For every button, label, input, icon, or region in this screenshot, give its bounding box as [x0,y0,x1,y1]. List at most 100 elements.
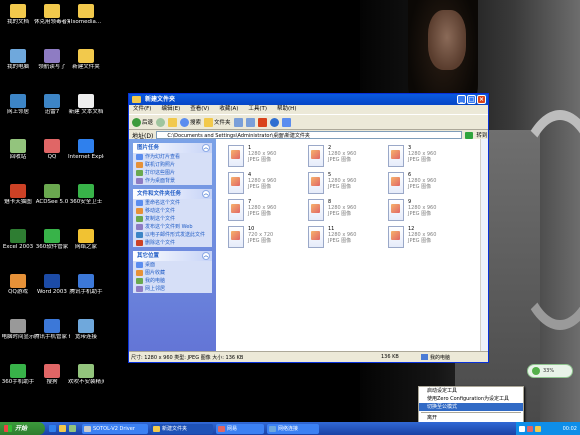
up-button[interactable] [168,117,178,127]
desktop-icon[interactable]: 电脑时间显示 [0,319,36,340]
file-item[interactable]: 8 1280 x 960 JPEG 图像 [308,199,388,223]
desktop-icon[interactable]: 我的电脑 [0,49,36,70]
context-menu-item[interactable]: 切换至公模式 [419,403,523,411]
delete-button[interactable] [257,117,267,127]
file-item[interactable]: 9 1280 x 960 JPEG 图像 [388,199,468,223]
task-pane-header[interactable]: 图片任务 ︿ [133,143,212,153]
desktop-icon[interactable]: 休克用领毒者集 [34,4,70,25]
desktop-icon[interactable]: 搜狗 [34,364,70,385]
menu-item[interactable]: 查看(V) [190,105,209,114]
maximize-button[interactable]: □ [467,95,476,104]
file-item[interactable]: 1 1280 x 960 JPEG 图像 [228,145,308,169]
task-link[interactable]: 打印这些图片 [133,169,212,177]
context-menu-item[interactable]: 启动设定工具 [419,387,523,395]
task-pane-header[interactable]: 文件和文件夹任务 ︿ [133,189,212,199]
task-link[interactable]: 网上邻居 [133,285,212,293]
explorer-icon[interactable] [59,425,66,432]
chevron-up-icon[interactable]: ︿ [202,252,210,260]
task-link[interactable]: 作为幻灯片查看 [133,153,212,161]
move-to-button[interactable] [233,117,243,127]
back-button[interactable]: 后退 [132,117,153,127]
desktop-icon[interactable]: ACDSee 5.0 [34,184,70,205]
file-item[interactable]: 6 1280 x 960 JPEG 图像 [388,172,468,196]
desktop-icon[interactable]: 迅雷7 [34,94,70,115]
task-link[interactable]: 我的电脑 [133,277,212,285]
show-desktop-icon[interactable] [69,425,76,432]
task-link[interactable]: 移动这个文件 [133,207,212,215]
task-link[interactable]: 作为桌面背景 [133,177,212,185]
task-link[interactable]: 桌面 [133,261,212,269]
desktop-icon[interactable]: 宽带连接 [68,319,104,340]
task-link[interactable]: 删除这个文件 [133,239,212,247]
window-titlebar[interactable]: 新建文件夹 _ □ × [129,94,488,105]
close-button[interactable]: × [477,95,486,104]
undo-button[interactable] [269,117,279,127]
desktop-icon[interactable]: 我的文档 [0,4,36,25]
task-pane-header[interactable]: 其它位置 ︿ [133,251,212,261]
taskbar-button[interactable]: 网络连接 [267,423,319,434]
start-button[interactable]: 开始 [0,422,45,435]
desktop-icon[interactable]: 魅卡天猫图 [0,184,36,205]
file-item[interactable]: 3 1280 x 960 JPEG 图像 [388,145,468,169]
desktop-icon[interactable]: 腾讯手机管家 for [34,319,70,340]
desktop-icon[interactable]: QQ游戏 [0,274,36,295]
menu-item[interactable]: 帮助(H) [277,105,296,114]
tray-gadget[interactable]: 33% [527,364,573,378]
file-item[interactable]: 11 1280 x 960 JPEG 图像 [308,226,388,250]
desktop-icon[interactable]: 360安全卫士 [68,184,104,205]
desktop-icon[interactable]: 新建文件夹 [68,49,104,70]
volume-icon[interactable] [535,425,541,432]
desktop-icon[interactable]: Isomedia... [68,4,104,25]
security-icon[interactable] [527,425,533,432]
forward-button[interactable] [156,117,166,127]
menu-item[interactable]: 收藏(A) [219,105,238,114]
file-item[interactable]: 5 1280 x 960 JPEG 图像 [308,172,388,196]
desktop-icon[interactable]: 腾讯手机助手 [68,274,104,295]
desktop-icon[interactable]: Internet Explorer [68,139,104,160]
task-link[interactable]: 图片收藏 [133,269,212,277]
desktop-icon[interactable]: QQ [34,139,70,160]
taskbar-button[interactable]: 新建文件夹 [151,423,213,434]
file-item[interactable]: 7 1280 x 960 JPEG 图像 [228,199,308,223]
address-input[interactable]: C:\Documents and Settings\Administrator\… [156,131,463,139]
file-item[interactable]: 4 1280 x 960 JPEG 图像 [228,172,308,196]
minimize-button[interactable]: _ [457,95,466,104]
task-link[interactable]: 复制这个文件 [133,215,212,223]
search-button[interactable]: 搜索 [180,117,201,127]
views-button[interactable] [281,117,291,127]
menu-item[interactable]: 工具(T) [248,105,267,114]
file-item[interactable]: 10 720 x 720 JPEG 图像 [228,226,308,250]
context-menu-item[interactable]: 使用Zero Configuration为设定工具 [419,395,523,403]
context-menu-item[interactable]: 离开 [419,414,523,422]
network-icon[interactable] [519,425,525,432]
desktop-icon[interactable]: 网上邻居 [0,94,36,115]
task-link[interactable]: 发布这个文件到 Web [133,223,212,231]
go-button[interactable]: 转到 [476,131,487,139]
desktop-icon[interactable]: 360手机助手 [0,364,36,385]
taskbar-button[interactable]: SOTOL-V2 Driver [82,423,148,434]
ie-icon[interactable] [49,425,56,432]
taskbar-button[interactable]: 网易 [216,423,264,434]
desktop: 我的文档 休克用领毒者集 Isomedia... 我的电脑 领航读写了 新建文件夹 网上邻居… [0,0,580,422]
desktop-icon[interactable]: 360软件管家 [34,229,70,250]
task-link[interactable]: 重命名这个文件 [133,199,212,207]
vertical-scrollbar[interactable] [480,139,488,352]
file-item[interactable]: 2 1280 x 960 JPEG 图像 [308,145,388,169]
chevron-up-icon[interactable]: ︿ [202,144,210,152]
menu-item[interactable]: 编辑(E) [161,105,180,114]
go-arrow-icon[interactable] [465,131,474,139]
desktop-icon[interactable]: 领航读写了 [34,49,70,70]
file-item[interactable]: 12 1280 x 960 JPEG 图像 [388,226,468,250]
copy-to-button[interactable] [245,117,255,127]
chevron-up-icon[interactable]: ︿ [202,190,210,198]
desktop-icon[interactable]: Excel 2003 [0,229,36,250]
desktop-icon[interactable]: 回收站 [0,139,36,160]
folders-button[interactable]: 文件夹 [204,117,231,127]
desktop-icon[interactable]: Word 2003 [34,274,70,295]
desktop-icon[interactable]: 网络之家 [68,229,104,250]
task-link[interactable]: 以电子邮件形式发送此文件 [133,231,212,239]
desktop-icon[interactable]: 新建 文本文档 [68,94,104,115]
menu-item[interactable]: 文件(F) [133,105,151,114]
task-link[interactable]: 联机订购照片 [133,161,212,169]
desktop-icon[interactable]: 欢吹不安装精灵 [68,364,104,385]
